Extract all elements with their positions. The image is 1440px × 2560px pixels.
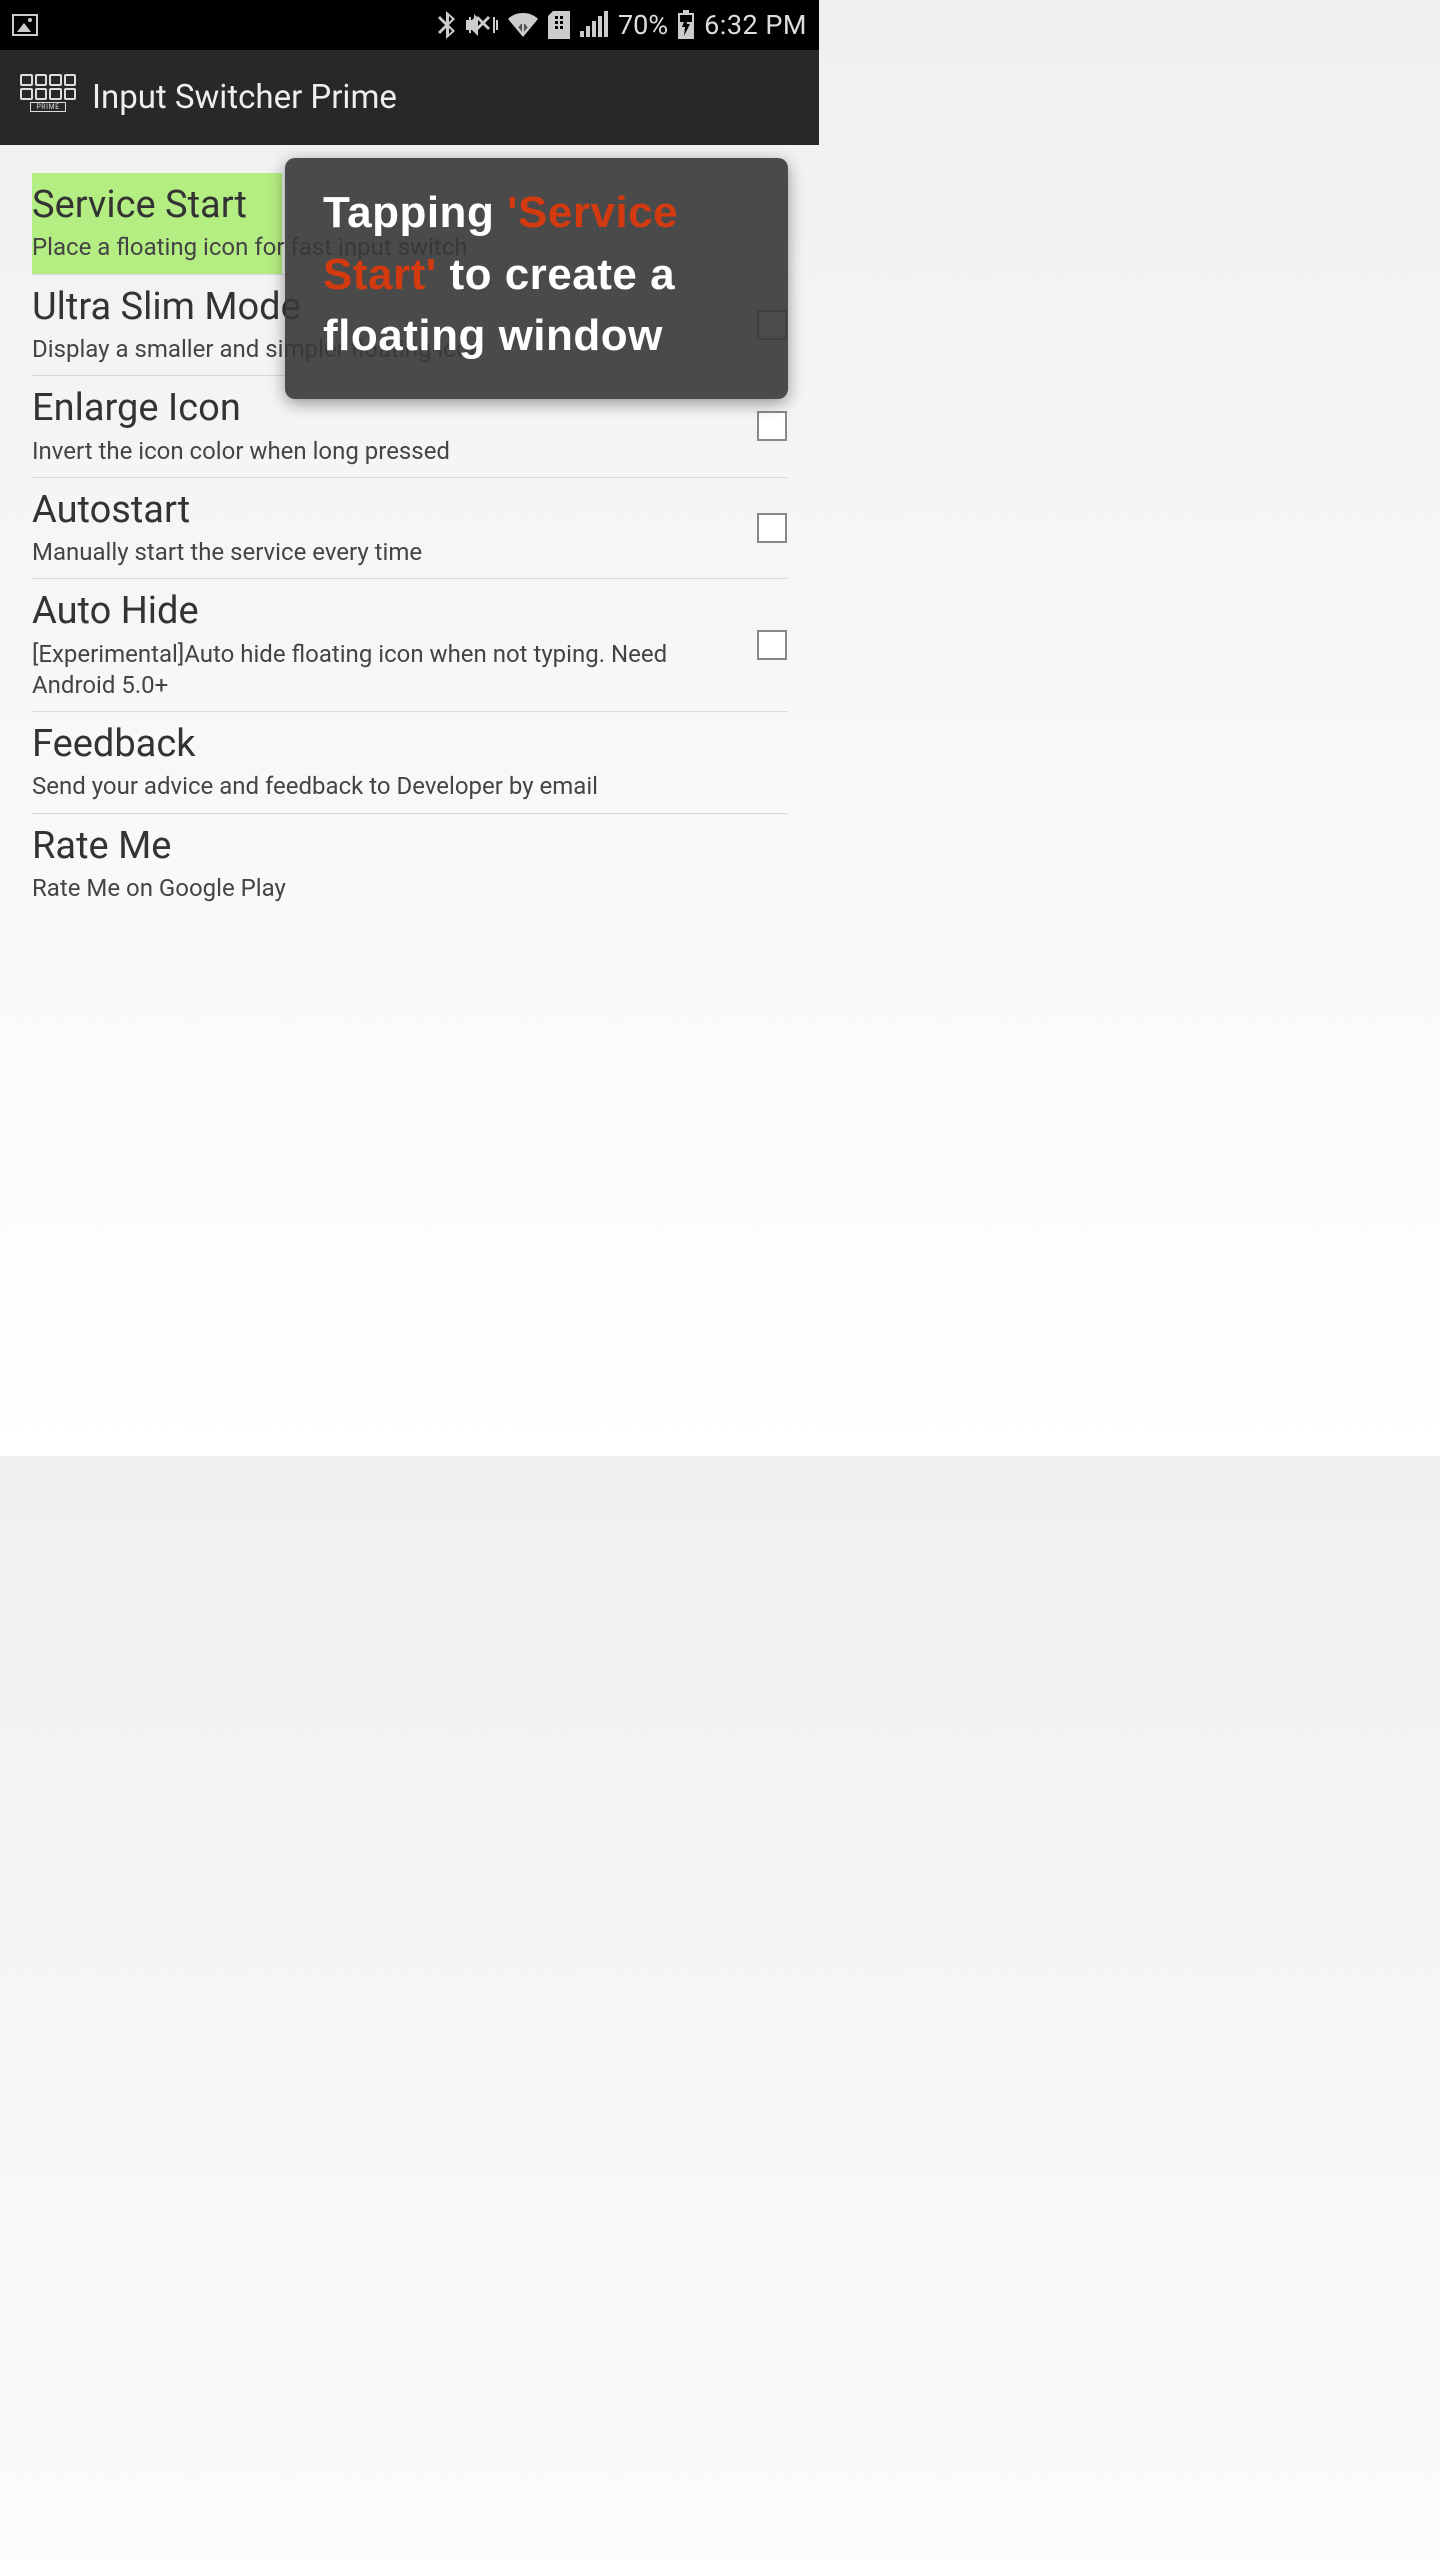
row-subtitle: [Experimental]Auto hide floating icon wh… [32,639,787,701]
settings-row-auto-hide[interactable]: Auto Hide[Experimental]Auto hide floatin… [32,578,787,711]
settings-row-autostart[interactable]: AutostartManually start the service ever… [32,477,787,579]
battery-charging-icon [678,13,694,39]
battery-percent: 70% [618,9,668,41]
picture-icon [12,14,38,36]
row-subtitle: Manually start the service every time [32,537,787,568]
sim-icon [548,11,570,39]
row-title: Feedback [32,720,787,769]
bluetooth-icon [438,11,456,39]
wifi-icon [508,13,538,37]
signal-icon [580,13,608,37]
app-icon: PRIME [20,74,76,122]
row-subtitle: Rate Me on Google Play [32,873,787,904]
instruction-tooltip: Tapping 'Service Start' to create a floa… [285,158,788,399]
app-bar: PRIME Input Switcher Prime [0,50,819,145]
checkbox[interactable] [757,630,787,660]
row-title: Autostart [32,486,787,535]
tooltip-pre: Tapping [323,188,507,237]
clock: 6:32 PM [704,9,807,41]
row-subtitle: Send your advice and feedback to Develop… [32,771,787,802]
row-title: Auto Hide [32,587,787,636]
settings-row-feedback[interactable]: FeedbackSend your advice and feedback to… [32,711,787,813]
checkbox[interactable] [757,513,787,543]
vibrate-mute-icon [466,12,498,38]
checkbox[interactable] [757,411,787,441]
settings-row-rate-me[interactable]: Rate MeRate Me on Google Play [32,813,787,915]
row-subtitle: Invert the icon color when long pressed [32,436,787,467]
row-title: Rate Me [32,822,787,871]
status-bar: 70% 6:32 PM [0,0,819,50]
app-title: Input Switcher Prime [92,78,397,117]
